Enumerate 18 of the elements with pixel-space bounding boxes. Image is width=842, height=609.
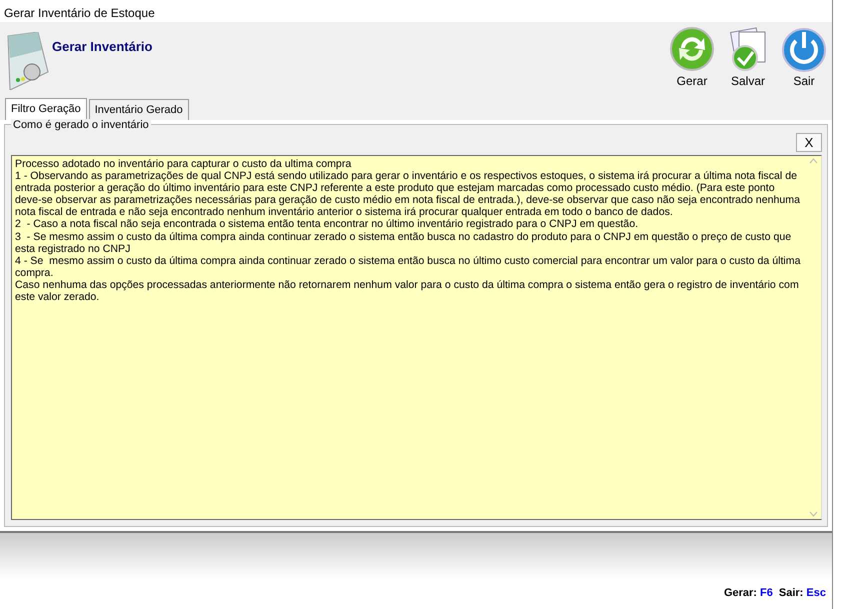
tab[interactable]: Inventário Gerado [88,99,189,120]
toolbar-button[interactable]: Gerar [668,26,716,90]
shortcut-key: F6 [760,586,773,598]
refresh-icon [669,26,715,72]
power-icon [781,26,827,72]
header-title: Gerar Inventário [52,38,152,56]
tab[interactable]: Filtro Geração [5,98,87,120]
group-title: Como é gerado o inventário [11,119,151,131]
shortcut-label: Gerar: [724,586,757,598]
window-title: Gerar Inventário de Estoque [0,0,832,22]
toolbar-button[interactable]: Salvar [724,26,772,90]
memo-text: Processo adotado no inventário para capturar o custo da ultima compra 1 - Observando as parametrizações de qual CNPJ está sendo utilizado para gerar o inventário e os respectivos estoques, o sistema irá procurar a última nota fiscal de entrada posterior a geração do último inventário para este CNPJ referente a este produto que estejam marcadas como processado custo médio. (Para este ponto deve-se observar as parametrizações necessárias para geração de custo médio em nota fiscal de entrada.), deve-se observar que caso não seja encontrado nenhuma nota fiscal de entrada e não seja encontrado nenhum inventário anterior o sistema irá procurar qualquer entrada em todo o banco de dados. 2 - Caso a nota fiscal não seja encontrada o sistema então tenta encontrar no último inventário registrado para o CNPJ em questão. 3 - Se mesmo assim o custo da última compra ainda continuar zerado o sistema então busca no cadastro do produto para o CNPJ em questão o preço de custo que esta registrado no CNPJ 4 - Se mesmo assim o custo da última compra ainda continuar zerado o sistema então busca no último custo comercial para encontrar um valor para o custo da última compra. Caso nenhuma das opções processadas anteriormente não retornarem nenhum valor para o custo da última compra o sistema então gera o registro de inventário com este valor zerado. [14,157,802,306]
scroll-up-icon[interactable] [808,158,818,164]
close-button[interactable]: X [796,133,822,152]
shortcut-label: Sair: [778,586,804,598]
shortcut-key: Esc [806,586,826,598]
toolbar-button[interactable]: Sair [780,26,828,90]
scroll-down-icon[interactable] [808,511,818,517]
